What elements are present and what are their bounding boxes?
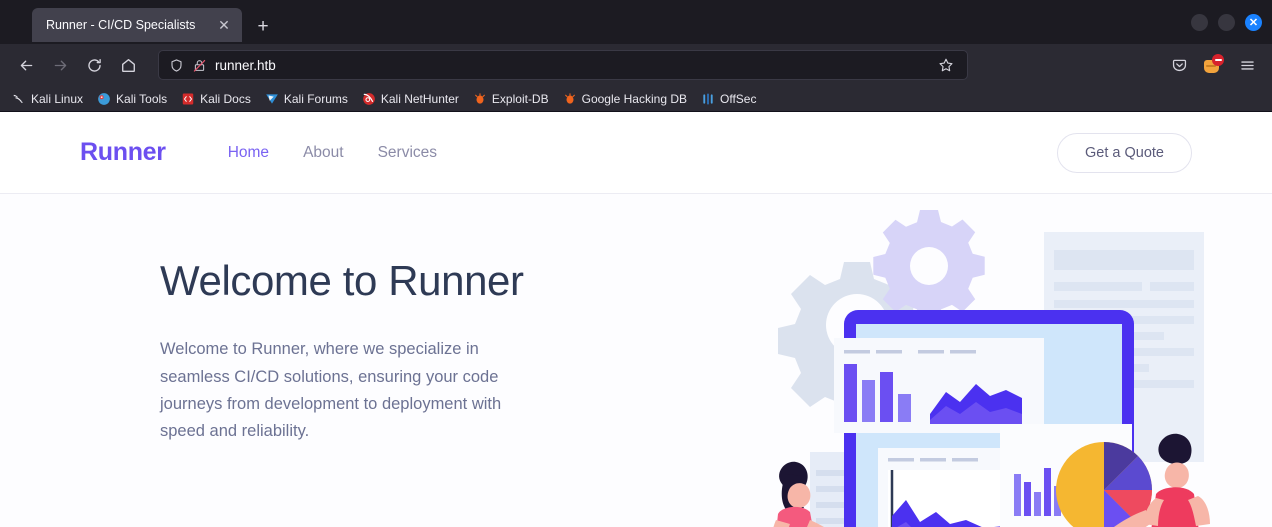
- kali-forums-icon: [266, 93, 278, 104]
- bookmark-kali-forums[interactable]: Kali Forums: [259, 90, 354, 108]
- new-tab-button[interactable]: +: [248, 11, 278, 41]
- nav-link-about[interactable]: About: [297, 140, 350, 166]
- site-header: Runner Home About Services Get a Quote: [0, 112, 1272, 194]
- offsec-icon: [703, 92, 713, 105]
- bookmark-exploit-db[interactable]: Exploit-DB: [467, 90, 555, 108]
- bookmark-label: Kali Docs: [200, 91, 251, 106]
- bookmark-label: Kali Tools: [116, 91, 168, 106]
- address-bar[interactable]: runner.htb: [158, 50, 968, 80]
- maximize-button[interactable]: [1218, 14, 1235, 31]
- bookmark-label: Kali NetHunter: [380, 91, 459, 106]
- browser-window: Runner - CI/CD Specialists ✕ + ✕ runner.…: [0, 0, 1272, 527]
- save-to-pocket-button[interactable]: [1164, 50, 1194, 80]
- tracking-protection-shield-icon[interactable]: [169, 58, 184, 73]
- hamburger-menu-icon: [1240, 60, 1254, 70]
- bookmark-label: Google Hacking DB: [581, 91, 687, 106]
- ublock-origin-extension-button[interactable]: [1198, 50, 1228, 80]
- hero-text-block: Welcome to Runner Welcome to Runner, whe…: [80, 257, 550, 527]
- bookmark-kali-docs[interactable]: Kali Docs: [175, 90, 257, 108]
- bookmark-label: Exploit-DB: [491, 91, 549, 106]
- window-controls: ✕: [1191, 14, 1262, 31]
- hero-section: Welcome to Runner Welcome to Runner, whe…: [0, 194, 1272, 527]
- site-logo[interactable]: Runner: [80, 138, 166, 167]
- reload-icon: [87, 58, 101, 72]
- home-button[interactable]: [112, 50, 144, 80]
- kali-nethunter-icon: [363, 92, 375, 105]
- minimize-button[interactable]: [1191, 14, 1208, 31]
- hero-title: Welcome to Runner: [160, 257, 524, 304]
- bookmark-label: OffSec: [720, 91, 757, 106]
- insecure-connection-lock-icon[interactable]: [192, 58, 207, 73]
- forward-button[interactable]: [44, 50, 76, 80]
- bookmark-star-icon[interactable]: [931, 50, 961, 80]
- bookmark-label: Kali Forums: [283, 91, 348, 106]
- bookmark-kali-nethunter[interactable]: Kali NetHunter: [356, 90, 465, 108]
- hero-paragraph: Welcome to Runner, where we specialize i…: [160, 340, 502, 441]
- home-icon: [121, 58, 135, 72]
- browser-tab[interactable]: Runner - CI/CD Specialists ✕: [32, 8, 242, 42]
- bookmark-kali-tools[interactable]: Kali Tools: [91, 90, 173, 108]
- page-viewport: Runner Home About Services Get a Quote W…: [0, 112, 1272, 527]
- nav-link-services[interactable]: Services: [372, 140, 443, 166]
- back-arrow-icon: [20, 60, 32, 70]
- url-text[interactable]: runner.htb: [215, 58, 923, 73]
- back-button[interactable]: [10, 50, 42, 80]
- reload-button[interactable]: [78, 50, 110, 80]
- main-navigation: Home About Services: [222, 140, 443, 166]
- bookmark-label: Kali Linux: [31, 91, 84, 106]
- exploit-db-icon: [475, 92, 485, 104]
- extension-icon: [1204, 54, 1224, 74]
- application-menu-button[interactable]: [1232, 50, 1262, 80]
- forward-arrow-icon: [54, 60, 66, 70]
- toolbar-actions: [1164, 50, 1262, 80]
- kali-tools-icon: [98, 92, 110, 105]
- pocket-icon: [1172, 59, 1186, 71]
- hero-illustration: [752, 202, 1222, 527]
- get-a-quote-button[interactable]: Get a Quote: [1057, 132, 1192, 173]
- tab-strip: Runner - CI/CD Specialists ✕ + ✕: [0, 0, 1272, 44]
- nav-link-home[interactable]: Home: [222, 140, 275, 166]
- bookmarks-bar: Kali Linux Kali Tools Kali Docs Kali For…: [0, 86, 1272, 112]
- bookmark-google-hacking-db[interactable]: Google Hacking DB: [557, 90, 693, 108]
- dashboard-card-top: [834, 338, 1044, 433]
- google-hacking-db-icon: [564, 92, 575, 104]
- bookmark-kali-linux[interactable]: Kali Linux: [6, 90, 89, 108]
- browser-toolbar: runner.htb: [0, 44, 1272, 86]
- close-window-button[interactable]: ✕: [1245, 14, 1262, 31]
- analytics-dashboard-teamwork-illustration: [773, 210, 1210, 527]
- kali-dragon-icon: [13, 94, 23, 103]
- tab-title: Runner - CI/CD Specialists: [46, 18, 196, 32]
- extension-badge: [1212, 54, 1224, 66]
- bookmark-offsec[interactable]: OffSec: [695, 90, 762, 108]
- close-tab-icon[interactable]: ✕: [214, 15, 234, 35]
- kali-docs-icon: [182, 92, 194, 105]
